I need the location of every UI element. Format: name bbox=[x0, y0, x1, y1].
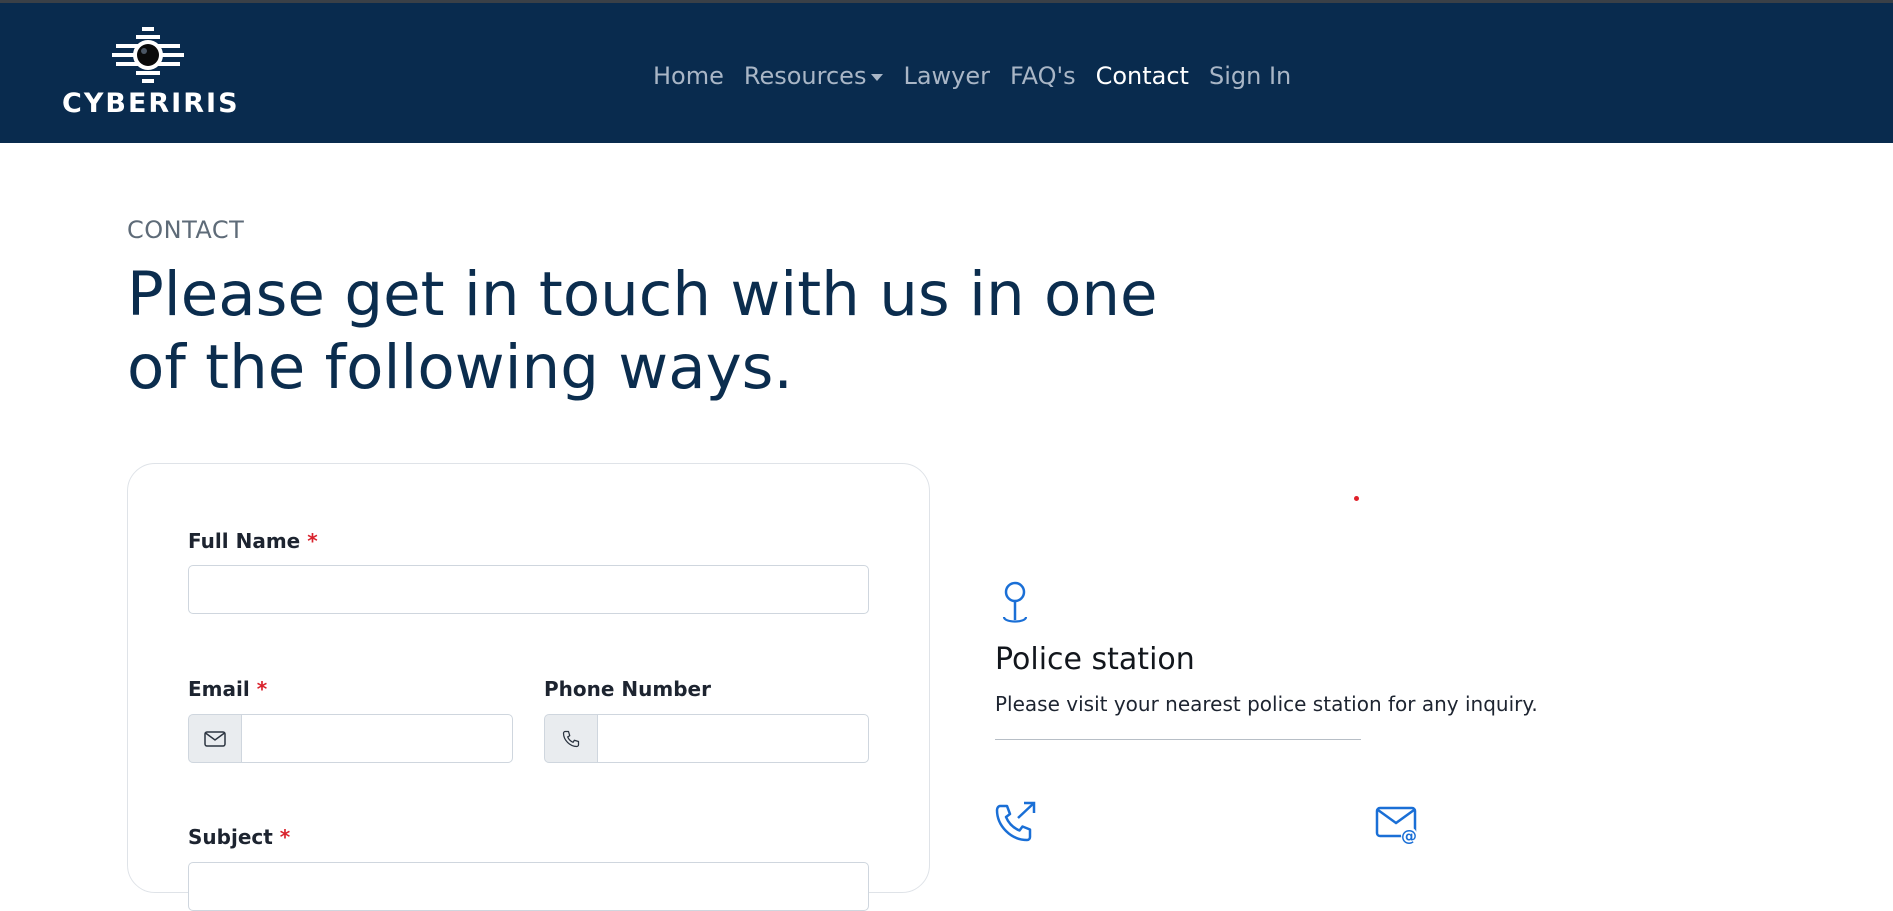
phone-input-group bbox=[544, 714, 869, 763]
nav-home[interactable]: Home bbox=[653, 62, 724, 90]
divider bbox=[995, 739, 1361, 740]
map-pin-icon bbox=[998, 581, 1032, 629]
subject-label-text: Subject bbox=[188, 825, 273, 849]
email-input-group bbox=[188, 714, 513, 763]
nav-resources-label: Resources bbox=[743, 62, 867, 90]
email-label-text: Email bbox=[188, 677, 250, 701]
required-mark: * bbox=[256, 677, 268, 701]
nav-lawyer-label: Lawyer bbox=[903, 62, 990, 90]
nav-resources-dropdown[interactable]: Resources bbox=[744, 62, 884, 90]
navbar: CYBERIRIS Home Resources Lawyer FAQ's Co… bbox=[0, 3, 1893, 143]
svg-text:@: @ bbox=[1401, 826, 1417, 845]
phone-addon bbox=[544, 714, 597, 763]
envelope-icon bbox=[204, 730, 226, 747]
police-station-text: Please visit your nearest police station… bbox=[995, 692, 1538, 716]
police-station-title: Police station bbox=[995, 642, 1195, 677]
phone-outgoing-icon bbox=[994, 800, 1038, 848]
phone-icon bbox=[562, 730, 580, 747]
full-name-input[interactable] bbox=[188, 565, 869, 614]
chevron-down-icon bbox=[871, 74, 884, 81]
iris-logo-icon bbox=[112, 27, 184, 83]
phone-field[interactable] bbox=[597, 714, 869, 763]
decorative-dot bbox=[1354, 496, 1359, 501]
phone-label: Phone Number bbox=[544, 677, 711, 701]
email-addon bbox=[188, 714, 241, 763]
required-mark: * bbox=[307, 529, 318, 553]
nav-home-label: Home bbox=[653, 62, 724, 90]
page-title: Please get in touch with us in one of th… bbox=[127, 259, 1158, 403]
nav-contact-label: Contact bbox=[1095, 62, 1189, 90]
brand-logo[interactable]: CYBERIRIS bbox=[62, 27, 240, 123]
subject-label: Subject * bbox=[188, 825, 290, 849]
nav-contact[interactable]: Contact bbox=[1096, 62, 1189, 90]
section-eyebrow: CONTACT bbox=[127, 216, 245, 244]
full-name-label: Full Name * bbox=[188, 529, 318, 553]
nav-lawyer[interactable]: Lawyer bbox=[903, 62, 990, 90]
contact-form-card: Full Name * Email * Phone Number Subject… bbox=[127, 463, 930, 911]
required-mark: * bbox=[279, 825, 291, 849]
nav-sign-in[interactable]: Sign In bbox=[1209, 62, 1291, 90]
nav-faqs-label: FAQ's bbox=[1010, 62, 1076, 90]
main-nav: Home Resources Lawyer FAQ's Contact Sign… bbox=[653, 57, 1311, 95]
full-name-label-text: Full Name bbox=[188, 529, 301, 553]
email-label: Email * bbox=[188, 677, 267, 701]
email-field[interactable] bbox=[241, 714, 513, 763]
brand-name: CYBERIRIS bbox=[62, 88, 240, 119]
nav-faqs[interactable]: FAQ's bbox=[1010, 62, 1076, 90]
subject-input[interactable] bbox=[188, 862, 869, 911]
email-at-icon: @ bbox=[1375, 806, 1421, 850]
nav-sign-in-label: Sign In bbox=[1208, 62, 1292, 90]
